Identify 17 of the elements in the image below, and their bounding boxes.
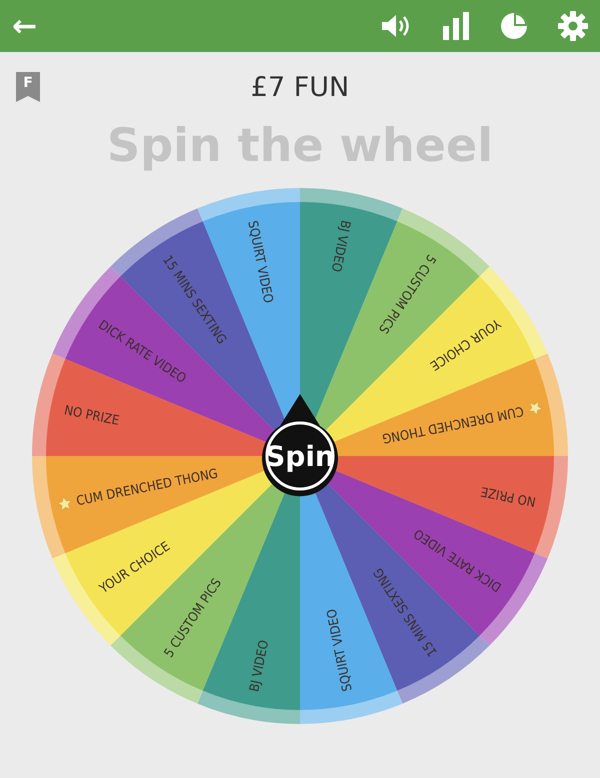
pie-chart-icon[interactable] — [500, 12, 528, 40]
volume-icon[interactable] — [380, 13, 412, 39]
star-icon — [528, 400, 543, 416]
segment-label: BJ VIDEO — [328, 218, 353, 274]
back-button[interactable]: ← — [6, 8, 44, 44]
segment-label: SQUIRT VIDEO — [324, 608, 356, 693]
bar-chart-icon[interactable] — [442, 12, 470, 40]
bookmark-badge[interactable]: F — [16, 72, 40, 102]
spin-button[interactable]: Spin — [262, 394, 338, 496]
segment-label: NO PRIZE — [480, 483, 538, 509]
segment-label: CUM DRENCHED THONG — [380, 402, 525, 446]
segment-label: NO PRIZE — [62, 403, 120, 429]
page-title: £7 FUN — [250, 72, 350, 102]
star-icon — [57, 496, 72, 512]
segment-label: BJ VIDEO — [247, 638, 272, 694]
segment-label: CUM DRENCHED THONG — [75, 466, 220, 510]
segment-label: SQUIRT VIDEO — [244, 219, 276, 304]
